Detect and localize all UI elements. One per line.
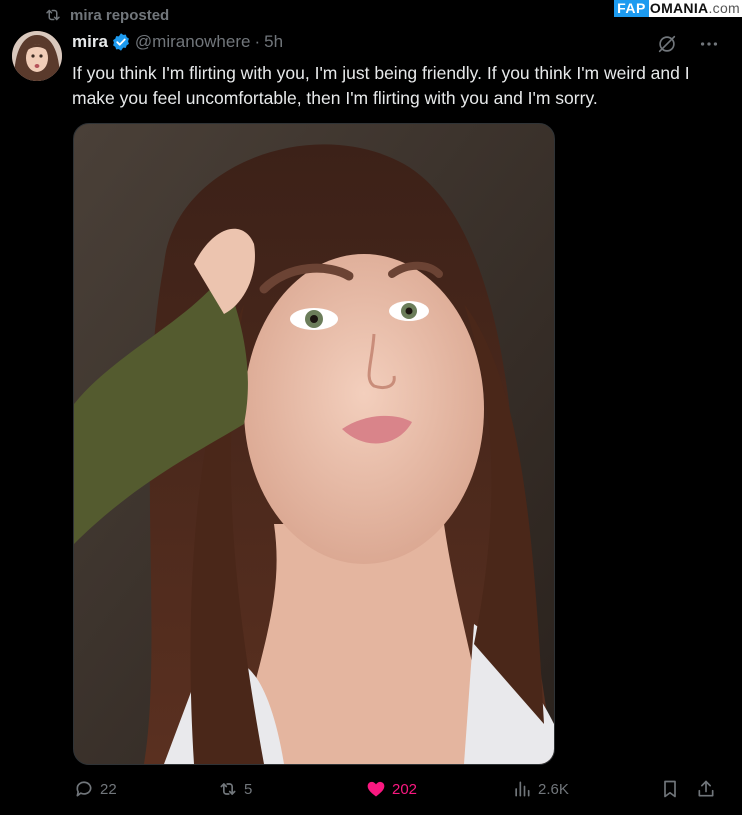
header-actions [656,33,720,55]
repost-indicator[interactable]: mira reposted [44,6,169,24]
tweet-actions: 22 5 202 2.6K [74,779,724,803]
reply-icon [76,781,92,797]
bookmark-button[interactable] [660,779,680,799]
repost-text: mira reposted [70,6,170,24]
repost-count: 5 [244,780,253,798]
repost-icon [220,783,236,795]
bookmark-icon [664,780,676,798]
reply-count: 22 [100,780,117,798]
more-icon[interactable] [698,33,720,55]
tweet-header: mira @miranowhere · 5h [72,32,283,52]
heart-icon [367,781,385,797]
author-name[interactable]: mira [72,32,108,52]
verified-badge-icon [113,33,129,51]
tweet-text: If you think I'm flirting with you, I'm … [72,63,690,108]
views-count: 2.6K [538,780,569,798]
watermark-part-a: FAP [614,0,649,17]
share-button[interactable] [696,779,716,799]
repost-button[interactable]: 5 [218,779,252,799]
grok-icon[interactable] [656,33,678,55]
header-separator: · [254,32,261,51]
share-icon [698,780,714,797]
author-handle[interactable]: @miranowhere [135,32,251,52]
reply-button[interactable]: 22 [74,779,117,799]
watermark-part-b: OMANIA.com [648,0,742,17]
like-button[interactable]: 202 [366,779,417,799]
repost-icon [46,9,60,21]
avatar[interactable] [12,31,62,81]
tweet-time[interactable]: 5h [264,32,283,52]
site-watermark: FAP OMANIA.com [614,0,742,17]
like-count: 202 [392,780,418,798]
views-icon [515,781,530,797]
tweet-photo[interactable] [73,123,555,765]
views-button[interactable]: 2.6K [512,779,569,799]
